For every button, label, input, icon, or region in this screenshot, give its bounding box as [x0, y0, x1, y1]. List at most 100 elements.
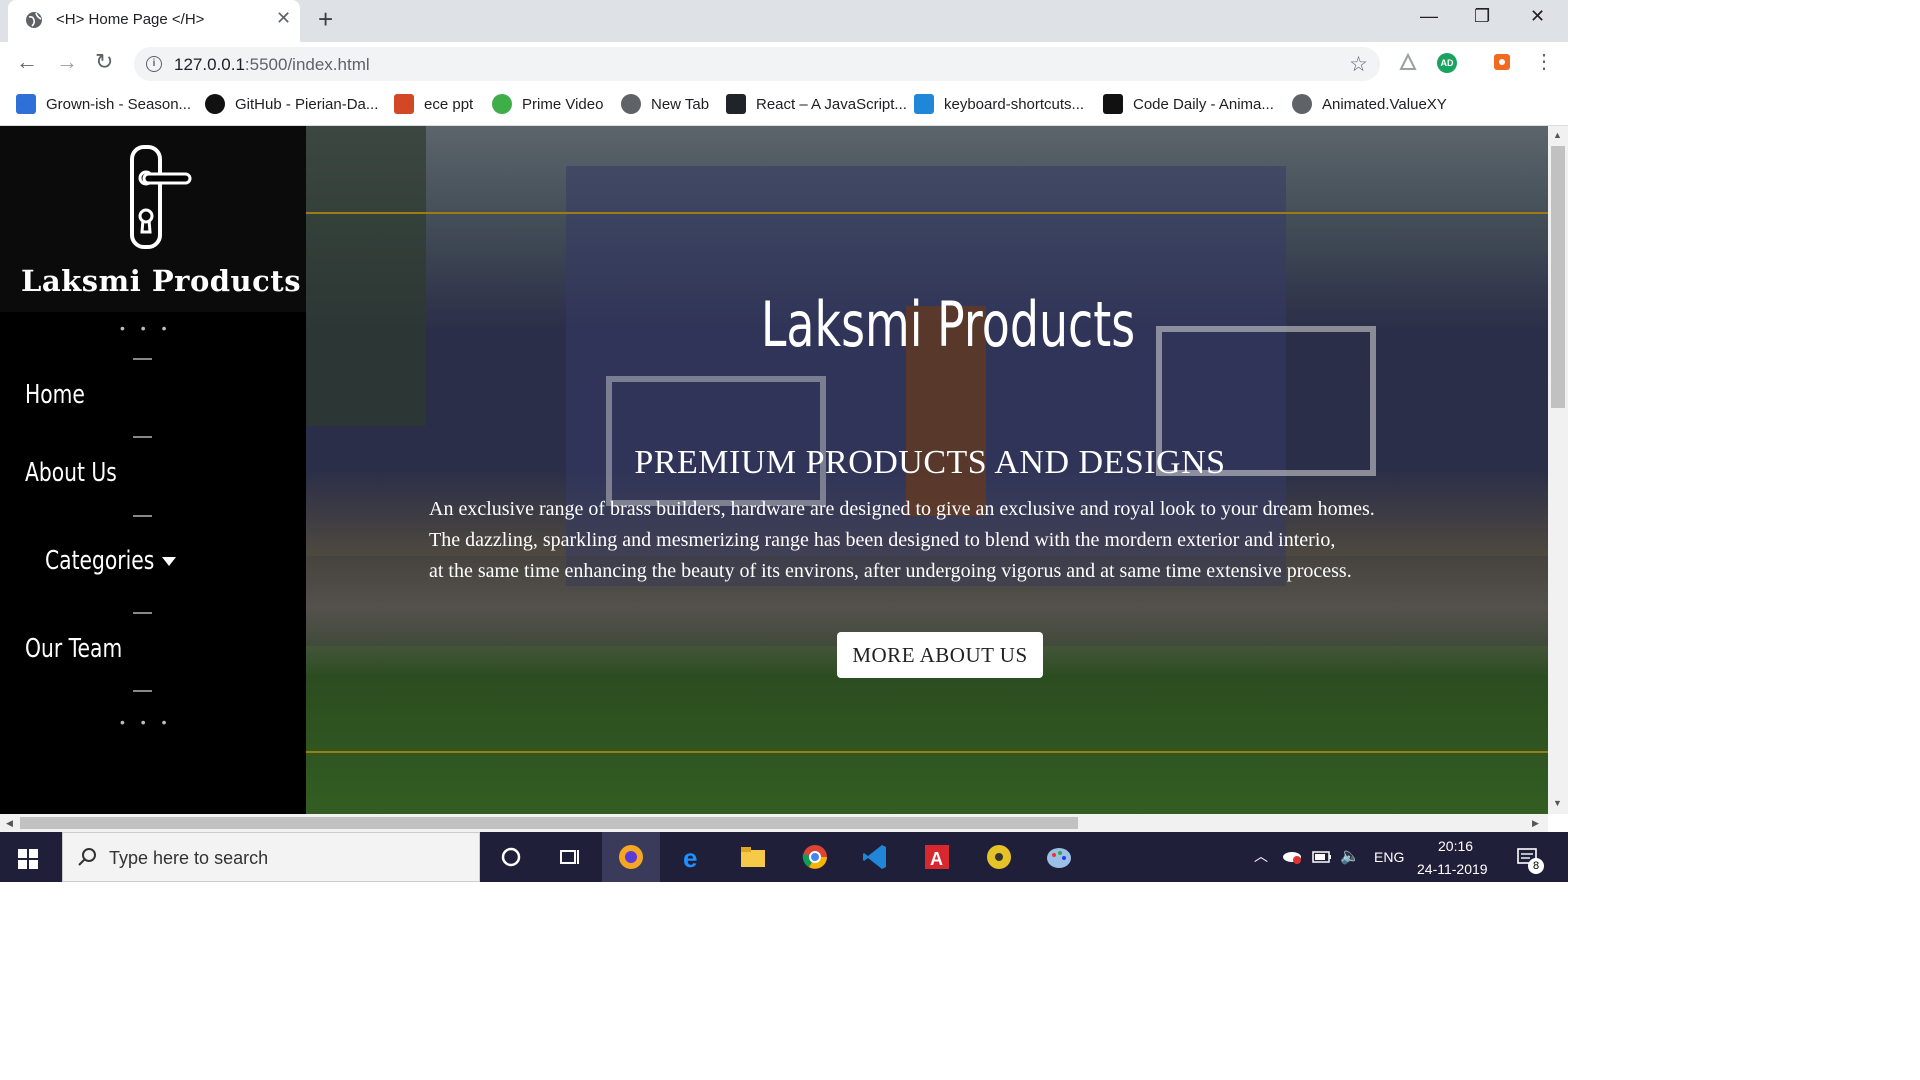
windows-taskbar: Type here to search e A ︿ 🔈 ENG 20:16 24… [0, 832, 1568, 882]
cortana-icon[interactable] [496, 842, 526, 872]
nav-home[interactable]: Home [25, 380, 85, 410]
reload-icon[interactable]: ↻ [95, 51, 113, 73]
nav-categories-label: Categories [45, 546, 155, 576]
url-path: :5500/index.html [244, 55, 370, 74]
sidebar: Laksmi Products • • • Home About Us Cate… [0, 126, 306, 814]
extension-orange-icon[interactable] [1492, 52, 1512, 72]
github-icon [205, 94, 225, 114]
bookmark-label: React – A JavaScript... [756, 95, 907, 113]
bookmark-label: Prime Video [522, 95, 604, 113]
browser-tab[interactable]: <H> Home Page </H> ✕ [8, 0, 300, 42]
minimize-button[interactable]: — [1420, 6, 1438, 27]
hero-description-line: An exclusive range of brass builders, ha… [429, 498, 1375, 520]
taskbar-search-box[interactable]: Type here to search [62, 832, 480, 882]
bookmark-item[interactable]: Grown-ish - Season... [16, 94, 191, 114]
bookmark-item[interactable]: React – A JavaScript... [726, 94, 907, 114]
scroll-left-icon[interactable]: ◀ [6, 818, 13, 829]
url-host: 127.0.0.1 [174, 55, 245, 74]
hero-description-line: The dazzling, sparkling and mesmerizing … [429, 529, 1336, 551]
new-tab-button[interactable]: + [318, 6, 333, 32]
horizontal-scrollbar[interactable]: ◀ ▶ [0, 814, 1548, 832]
task-view-icon[interactable] [554, 842, 584, 872]
notification-count-badge: 8 [1528, 858, 1544, 874]
restore-button[interactable]: ❐ [1474, 6, 1490, 27]
bookmark-item[interactable]: New Tab [621, 94, 709, 114]
nav-about-us[interactable]: About Us [25, 458, 117, 488]
more-about-us-button[interactable]: MORE ABOUT US [837, 632, 1043, 678]
edge-icon[interactable]: e [678, 842, 708, 872]
window-close-button[interactable]: ✕ [1530, 6, 1545, 27]
chevron-up-icon[interactable]: ︿ [1254, 846, 1268, 866]
vertical-scrollbar[interactable]: ▲ ▼ [1548, 126, 1568, 814]
bookmarks-bar: Grown-ish - Season... GitHub - Pierian-D… [0, 84, 1568, 126]
bookmark-label: ece ppt [424, 95, 474, 113]
brand-name[interactable]: Laksmi Products [0, 264, 322, 298]
bookmark-item[interactable]: keyboard-shortcuts... [914, 94, 1084, 114]
nav-categories-dropdown[interactable]: Categories [45, 546, 177, 576]
file-explorer-icon[interactable] [738, 842, 768, 872]
web-page: Laksmi Products • • • Home About Us Cate… [0, 126, 1548, 814]
gold-divider-line [306, 212, 1548, 214]
clock-date[interactable]: 24-11-2019 [1417, 861, 1488, 877]
vscode-taskbar-icon[interactable] [860, 842, 890, 872]
url-text[interactable]: 127.0.0.1:5500/index.html [174, 55, 370, 75]
bookmark-item[interactable]: Animated.ValueXY [1292, 94, 1447, 114]
bookmark-star-icon[interactable]: ☆ [1349, 52, 1368, 77]
back-arrow-icon[interactable]: ← [16, 51, 38, 73]
hero-description-line: at the same time enhancing the beauty of… [429, 560, 1352, 582]
dots-separator: • • • [120, 714, 173, 730]
prime-video-icon [492, 94, 512, 114]
paint-icon[interactable] [1044, 842, 1074, 872]
language-indicator[interactable]: ENG [1374, 849, 1404, 865]
brave-browser-icon[interactable] [616, 842, 646, 872]
scroll-down-icon[interactable]: ▼ [1553, 798, 1562, 808]
nav-divider [133, 612, 152, 614]
vscode-icon [914, 94, 934, 114]
bookmark-item[interactable]: GitHub - Pierian-Da... [205, 94, 378, 114]
tab-title: <H> Home Page </H> [56, 11, 205, 28]
forward-arrow-icon[interactable]: → [56, 51, 78, 73]
nav-divider [133, 358, 152, 360]
tab-close-icon[interactable]: ✕ [276, 8, 291, 29]
scroll-right-icon[interactable]: ▶ [1532, 818, 1539, 829]
hero-title: Laksmi Products [760, 288, 1136, 361]
search-icon [78, 848, 96, 866]
browser-toolbar: ← → ↻ i 127.0.0.1:5500/index.html ☆ AD ⋮ [0, 42, 1568, 84]
address-bar[interactable]: i 127.0.0.1:5500/index.html ☆ [134, 47, 1380, 81]
bookmark-label: GitHub - Pierian-Da... [235, 95, 379, 113]
volume-icon[interactable]: 🔈 [1340, 846, 1360, 866]
profile-avatar[interactable]: AD [1437, 53, 1457, 73]
bookmark-item[interactable]: Code Daily - Anima... [1103, 94, 1274, 114]
extension-icon[interactable] [1398, 52, 1418, 72]
caret-down-icon [162, 557, 177, 566]
powerpoint-icon [394, 94, 414, 114]
clock-time[interactable]: 20:16 [1438, 838, 1473, 854]
react-icon [726, 94, 746, 114]
svg-text:e: e [683, 843, 697, 872]
search-placeholder: Type here to search [109, 848, 269, 868]
nav-divider [133, 515, 152, 517]
onedrive-icon[interactable] [1282, 848, 1302, 864]
dots-separator: • • • [120, 320, 173, 336]
nav-our-team[interactable]: Our Team [25, 634, 122, 664]
hero-subtitle: PREMIUM PRODUCTS AND DESIGNS [634, 444, 1226, 481]
bookmark-item[interactable]: Prime Video [492, 94, 603, 114]
browser-menu-icon[interactable]: ⋮ [1534, 51, 1554, 73]
scroll-up-icon[interactable]: ▲ [1553, 130, 1562, 140]
battery-icon[interactable] [1312, 851, 1332, 863]
chrome-icon[interactable] [800, 842, 830, 872]
windows-start-icon[interactable] [18, 849, 38, 869]
play-app-icon [16, 94, 36, 114]
bookmark-label: New Tab [651, 95, 710, 113]
bookmark-label: Animated.ValueXY [1322, 95, 1447, 113]
bookmark-label: keyboard-shortcuts... [944, 95, 1085, 113]
media-player-icon[interactable] [984, 842, 1014, 872]
vertical-scroll-thumb[interactable] [1551, 146, 1565, 408]
adobe-reader-icon[interactable]: A [922, 842, 952, 872]
globe-icon [1292, 94, 1312, 114]
horizontal-scroll-thumb[interactable] [20, 817, 1078, 829]
site-info-icon[interactable]: i [146, 56, 162, 72]
globe-icon [621, 94, 641, 114]
bookmark-item[interactable]: ece ppt [394, 94, 473, 114]
nav-divider [133, 436, 152, 438]
